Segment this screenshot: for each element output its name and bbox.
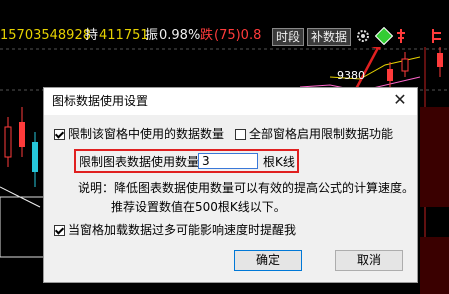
amplitude-label: 振 [145, 28, 159, 43]
all-windows-checkbox[interactable] [235, 129, 246, 140]
candle [32, 132, 38, 187]
status-bar: 15703548928 持 411751 振 0.98% 跌 (75)0.8 时… [0, 25, 449, 47]
limit-count-group: 限制图表数据使用数量 根K线 [74, 149, 299, 173]
note-line-1: 说明：降低图表数据使用数量可以有效的提高公式的计算速度。 [78, 181, 415, 195]
note-line-2: 推荐设置数值在500根K线以下。 [111, 200, 286, 214]
warn-checkbox-row[interactable]: 当窗格加载数据过多可能影响速度时提醒我 [54, 222, 296, 238]
fall-value: (75)0.8 [214, 28, 262, 43]
limit-count-label: 限制图表数据使用数量 [79, 155, 200, 169]
candle [437, 47, 443, 77]
limit-window-checkbox-row[interactable]: 限制该窗格中使用的数据数量 [54, 126, 224, 142]
warn-checkbox[interactable] [54, 225, 65, 236]
green-diamond-icon[interactable] [374, 26, 394, 46]
hold-value: 411751 [99, 28, 149, 43]
limit-window-checkbox[interactable] [54, 129, 65, 140]
amplitude-value: 0.98% [159, 28, 201, 43]
chart-data-settings-dialog: 图标数据使用设置 ✕ 限制该窗格中使用的数据数量 全部窗格启用限制数据功能 限制… [43, 87, 418, 283]
fall-label: 跌 [200, 28, 214, 43]
hold-label: 持 [85, 28, 99, 43]
red-marker-icon [431, 29, 443, 43]
candle [401, 52, 409, 77]
price-label: 9380 [337, 69, 365, 82]
red-marker-icon [396, 29, 406, 43]
all-windows-label: 全部窗格启用限制数据功能 [249, 127, 394, 141]
dialog-title: 图标数据使用设置 [44, 88, 417, 115]
all-windows-checkbox-row[interactable]: 全部窗格启用限制数据功能 [235, 126, 393, 142]
time-period-button[interactable]: 时段 [272, 28, 305, 46]
supplement-data-button[interactable]: 补数据 [307, 28, 352, 46]
ok-button[interactable]: 确定 [234, 250, 302, 271]
limit-window-label: 限制该窗格中使用的数据数量 [68, 127, 225, 141]
settings-gear-icon[interactable] [356, 29, 370, 43]
cancel-button[interactable]: 取消 [335, 250, 403, 271]
close-icon[interactable]: ✕ [393, 92, 407, 108]
warn-label: 当窗格加载数据过多可能影响速度时提醒我 [68, 223, 297, 237]
candle [4, 117, 12, 167]
limit-count-unit: 根K线 [263, 155, 295, 169]
code-value: 15703548928 [0, 28, 91, 43]
limit-count-input[interactable] [198, 153, 258, 169]
candle [19, 107, 25, 157]
